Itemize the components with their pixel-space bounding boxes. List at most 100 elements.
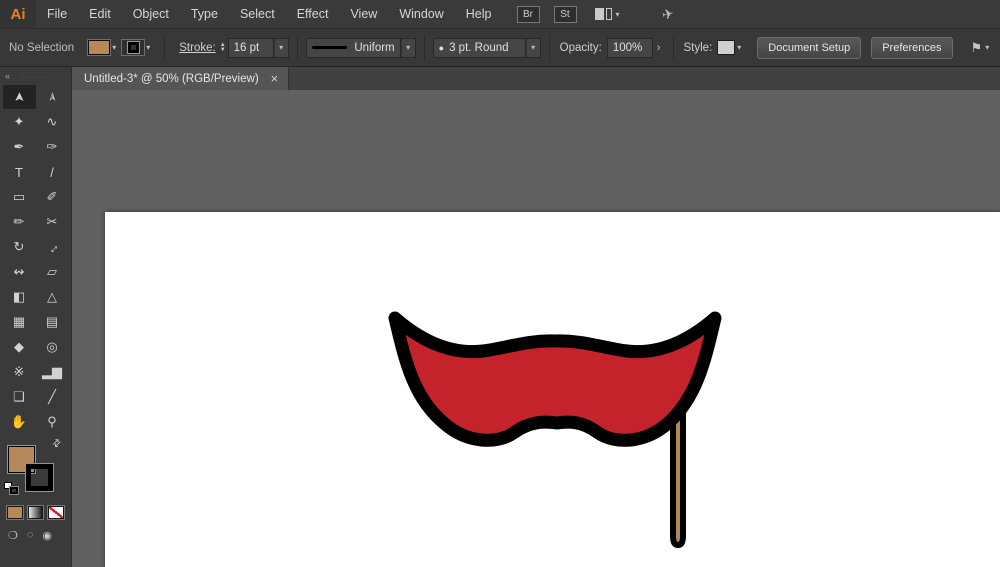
curvature-tool[interactable]: ✑ [36, 135, 69, 159]
selection-tool[interactable]: ➤ [3, 85, 36, 109]
isolate-selection-dropdown[interactable]: ⚑ ▾ [971, 40, 990, 56]
line-segment-tool[interactable]: / [36, 160, 69, 184]
free-transform-tool[interactable]: ▱ [36, 260, 69, 284]
stroke-proxy-swatch[interactable] [26, 464, 53, 491]
stroke-panel-link[interactable]: Stroke: [179, 42, 215, 54]
fill-color-swatch[interactable] [88, 40, 110, 55]
swap-fill-stroke-icon[interactable]: ⇄ [50, 437, 64, 451]
brush-definition[interactable]: ● 3 pt. Round [433, 38, 526, 58]
stepper-down-icon[interactable]: ▼ [220, 48, 226, 53]
menu-object[interactable]: Object [122, 0, 180, 28]
opacity-input[interactable]: 100% [607, 38, 653, 58]
perspective-grid-tool[interactable]: △ [36, 285, 69, 309]
menu-file[interactable]: File [36, 0, 78, 28]
divider [424, 36, 425, 60]
selection-status-label: No Selection [9, 42, 74, 54]
document-tab-title: Untitled-3* @ 50% (RGB/Preview) [84, 73, 259, 85]
menu-type[interactable]: Type [180, 0, 229, 28]
rotate-tool[interactable]: ↻ [3, 235, 36, 259]
lasso-tool[interactable]: ∿ [36, 110, 69, 134]
isolate-icon: ⚑ [971, 40, 983, 56]
stroke-color-swatch[interactable] [122, 40, 144, 55]
brush-preview-icon: ● [439, 43, 444, 53]
style-swatch[interactable] [717, 40, 735, 55]
chevron-down-icon: ▾ [616, 10, 620, 19]
chevron-down-icon: ▾ [146, 43, 150, 52]
chevron-down-icon: ▾ [279, 43, 283, 52]
draw-inside-icon[interactable]: ◉ [42, 529, 52, 542]
variable-width-dropdown[interactable]: ▾ [401, 38, 416, 58]
preferences-button[interactable]: Preferences [871, 37, 952, 59]
blend-tool[interactable]: ◎ [36, 335, 69, 359]
gradient-mode-button[interactable] [28, 506, 44, 519]
divider [297, 36, 298, 60]
chevron-down-icon: ▾ [737, 43, 741, 52]
stroke-weight-stepper[interactable]: ▲ ▼ [220, 43, 226, 53]
menu-window[interactable]: Window [388, 0, 454, 28]
menu-select[interactable]: Select [229, 0, 286, 28]
rectangle-tool[interactable]: ▭ [3, 185, 36, 209]
menu-help[interactable]: Help [455, 0, 503, 28]
stroke-ring-icon [128, 42, 139, 53]
opacity-label: Opacity: [560, 42, 602, 54]
default-fill-stroke-icon[interactable] [4, 482, 18, 494]
brushes-panel-button[interactable]: Br [517, 6, 540, 23]
shape-builder-tool[interactable]: ◧ [3, 285, 36, 309]
menu-effect[interactable]: Effect [286, 0, 340, 28]
mesh-tool[interactable]: ▦ [3, 310, 36, 334]
document-tab[interactable]: Untitled-3* @ 50% (RGB/Preview) × [72, 67, 289, 90]
magic-wand-tool[interactable]: ✦ [3, 110, 36, 134]
draw-behind-icon[interactable]: ◌ [27, 529, 34, 542]
width-tool[interactable]: ↭ [3, 260, 36, 284]
scale-tool[interactable]: ↔ [36, 235, 69, 259]
share-icon[interactable]: ✈ [660, 4, 675, 23]
stroke-color-dropdown[interactable]: ▾ [122, 40, 150, 55]
direct-selection-tool[interactable]: ➢ [36, 85, 69, 109]
draw-normal-icon[interactable]: ❍ [8, 529, 18, 542]
symbol-sprayer-tool[interactable]: ※ [3, 360, 36, 384]
chevron-down-icon: ▾ [112, 43, 116, 52]
fill-stroke-indicator: ⇄ [0, 438, 71, 500]
panel-grip-icon[interactable]: ........ [11, 73, 66, 80]
pen-tool[interactable]: ✒ [3, 135, 36, 159]
width-profile-line-icon [312, 46, 348, 49]
style-dropdown[interactable]: ▾ [717, 40, 741, 55]
stroke-panel-button[interactable]: St [554, 6, 577, 23]
workspace-switcher[interactable]: ▾ [595, 8, 620, 20]
hand-tool[interactable]: ✋ [3, 410, 36, 434]
flag-banner-shape[interactable] [395, 318, 715, 440]
gradient-tool[interactable]: ▤ [36, 310, 69, 334]
canvas-area[interactable] [72, 90, 1000, 567]
paint-mode-row [0, 500, 71, 519]
type-tool[interactable]: T [3, 160, 36, 184]
shaper-tool[interactable]: ✏ [3, 210, 36, 234]
chevron-down-icon: ▾ [406, 43, 410, 52]
document-setup-button[interactable]: Document Setup [757, 37, 861, 59]
brush-dropdown[interactable]: ▾ [526, 38, 541, 58]
none-mode-button[interactable] [48, 506, 64, 519]
fill-color-dropdown[interactable]: ▾ [88, 40, 116, 55]
eyedropper-tool[interactable]: ◆ [3, 335, 36, 359]
stroke-weight-dropdown[interactable]: ▾ [274, 38, 289, 58]
stroke-weight-input[interactable]: 16 pt [228, 38, 274, 58]
opacity-expand-arrow[interactable]: › [657, 42, 661, 54]
slice-tool[interactable]: ╱ [36, 385, 69, 409]
variable-width-profile[interactable]: Uniform [306, 38, 401, 58]
brush-value: 3 pt. Round [449, 42, 508, 54]
menu-view[interactable]: View [339, 0, 388, 28]
color-mode-button[interactable] [7, 506, 23, 519]
menu-bar: Ai File Edit Object Type Select Effect V… [0, 0, 1000, 28]
control-bar: No Selection ▾ ▾ Stroke: ▲ ▼ 16 pt ▾ Uni… [0, 28, 1000, 67]
zoom-tool[interactable]: ⚲ [36, 410, 69, 434]
column-graph-tool[interactable]: ▂▆ [36, 360, 69, 384]
artboard-tool[interactable]: ❏ [3, 385, 36, 409]
scissors-tool[interactable]: ✂ [36, 210, 69, 234]
divider [549, 36, 550, 60]
paintbrush-tool[interactable]: ✐ [36, 185, 69, 209]
close-icon[interactable]: × [271, 72, 279, 85]
divider [164, 36, 165, 60]
illustrator-logo: Ai [0, 0, 36, 28]
menu-edit[interactable]: Edit [78, 0, 122, 28]
artboard[interactable] [105, 212, 1000, 567]
tools-panel: « ........ ➤➢✦∿✒✑T/▭✐✏✂↻↔↭▱◧△▦▤◆◎※▂▆❏╱✋⚲… [0, 67, 72, 567]
